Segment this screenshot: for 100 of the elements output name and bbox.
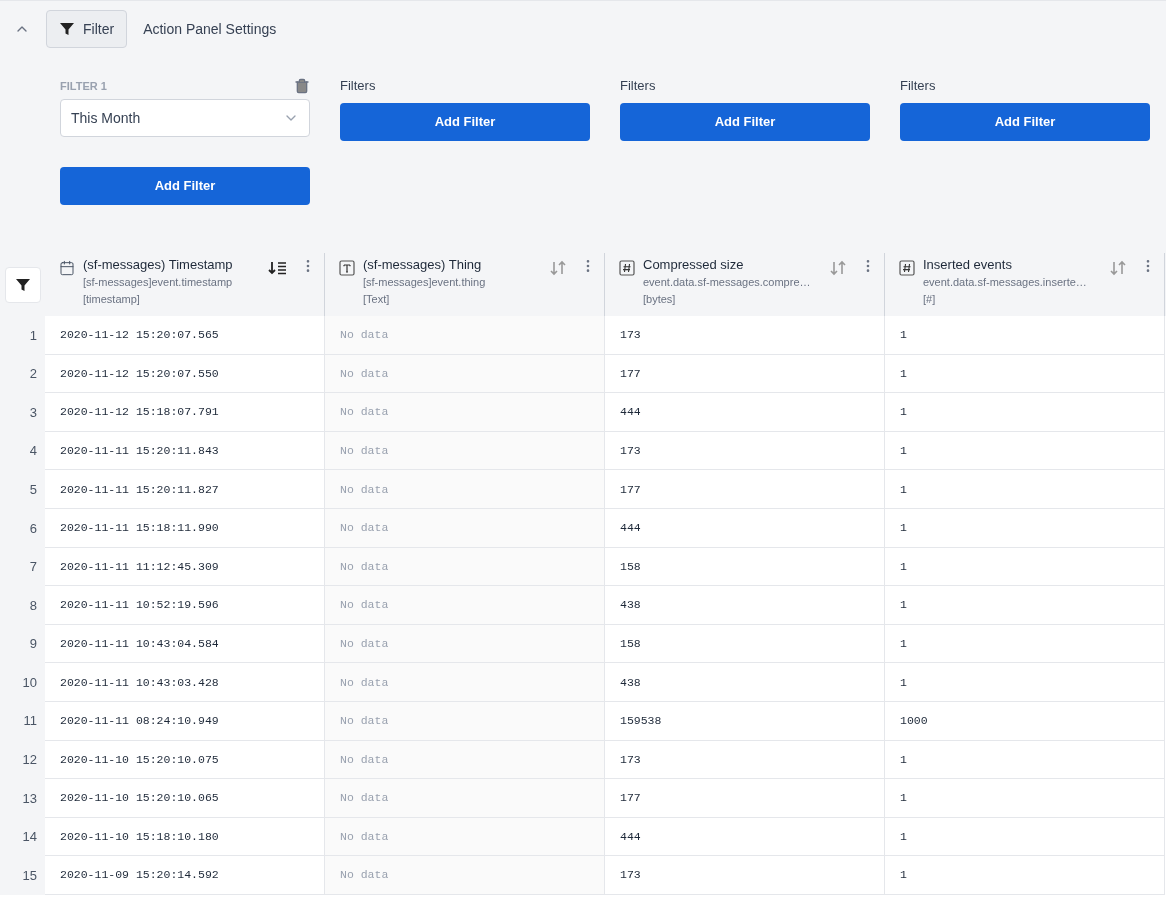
sort-icon[interactable] — [828, 260, 848, 276]
hash-icon — [899, 260, 915, 276]
table-cell-text: 2020-11-11 11:12:45.309 — [60, 558, 219, 575]
table-cell-text: 177 — [620, 481, 641, 498]
table-cell-text: 2020-11-11 10:43:04.584 — [60, 635, 219, 652]
table-cell-text: 173 — [620, 867, 641, 884]
table-cell-text: 1 — [900, 481, 907, 498]
table-cell-text: No data — [340, 520, 389, 537]
table-cell-text: 2020-11-09 15:20:14.592 — [60, 867, 219, 884]
table-cell-text: No data — [340, 327, 389, 344]
filters-label: Filters — [900, 77, 937, 95]
table-cell-text: No data — [340, 790, 389, 807]
row-number: 7 — [0, 547, 45, 587]
sort-descending-icon[interactable] — [268, 260, 288, 276]
table-cell-text: 2020-11-11 15:20:11.843 — [60, 442, 219, 459]
table-cell-text: No data — [340, 365, 389, 382]
funnel-icon — [14, 276, 31, 293]
table-cell-text: No data — [340, 558, 389, 575]
table-cell-text: 177 — [620, 790, 641, 807]
table-cell-text: No data — [340, 674, 389, 691]
table-cell-text: 444 — [620, 404, 641, 421]
column-path: event.data.sf-messages.compre… — [643, 275, 812, 290]
add-filter-button[interactable]: Add Filter — [620, 103, 870, 141]
table-cell-text: No data — [340, 713, 389, 730]
table-cell-text: 1 — [900, 404, 907, 421]
filters-label: Filters — [620, 77, 657, 95]
row-number: 8 — [0, 586, 45, 625]
table-cell-text: 1 — [900, 635, 907, 652]
table-cell-text: 444 — [620, 828, 641, 845]
table-cell-text: 1 — [900, 520, 907, 537]
column-title: Inserted events — [923, 256, 1013, 274]
table-cell-text: 444 — [620, 520, 641, 537]
table-cell-text: No data — [340, 481, 389, 498]
table-cell-text: No data — [340, 597, 389, 614]
table-cell-text: 438 — [620, 597, 641, 614]
hash-icon — [619, 260, 635, 276]
column-title: Compressed size — [643, 256, 745, 274]
column-path: [sf-messages]event.thing — [363, 275, 487, 290]
table-cell-text: No data — [340, 404, 389, 421]
filter-toggle-button[interactable] — [4, 266, 41, 303]
table-cell-text: 2020-11-10 15:20:10.075 — [60, 751, 219, 768]
calendar-icon — [59, 260, 75, 276]
row-number: 2 — [0, 354, 45, 394]
table-cell-text: 1 — [900, 828, 907, 845]
table-cell-text: 173 — [620, 751, 641, 768]
text-type-icon — [339, 260, 355, 276]
sort-icon[interactable] — [548, 260, 568, 276]
settings-link[interactable]: Action Panel Settings — [143, 19, 277, 39]
table-cell-text: 2020-11-12 15:20:07.550 — [60, 365, 219, 382]
delete-icon[interactable] — [294, 78, 310, 94]
column-title: (sf-messages) Thing — [363, 256, 483, 274]
table-cell-text: 2020-11-11 15:18:11.990 — [60, 520, 219, 537]
row-number: 6 — [0, 508, 45, 548]
filters-label: Filters — [340, 77, 377, 95]
funnel-icon — [59, 21, 75, 37]
row-number: 15 — [0, 856, 45, 895]
table-cell-text: No data — [340, 635, 389, 652]
column-title: (sf-messages) Timestamp — [83, 256, 234, 274]
table-cell-text: 438 — [620, 674, 641, 691]
sort-icon[interactable] — [1108, 260, 1128, 276]
table-cell-text: 1 — [900, 867, 907, 884]
table-cell-text: No data — [340, 828, 389, 845]
row-number: 14 — [0, 817, 45, 857]
column-unit: [Text] — [363, 292, 391, 307]
table-cell-text: 1 — [900, 751, 907, 768]
row-number: 1 — [0, 316, 45, 355]
table-cell-text: No data — [340, 867, 389, 884]
row-number: 3 — [0, 393, 45, 432]
column-unit: [#] — [923, 292, 937, 307]
row-number: 9 — [0, 624, 45, 664]
table-cell-text: 1 — [900, 365, 907, 382]
filter-button[interactable]: Filter — [46, 10, 128, 48]
filter-label: FILTER 1 — [60, 78, 107, 94]
row-number: 10 — [0, 663, 45, 702]
table-cell-text: 1 — [900, 558, 907, 575]
period-select[interactable]: This Month — [60, 99, 310, 137]
table-cell-text: 1 — [900, 442, 907, 459]
table-cell-text: 158 — [620, 635, 641, 652]
row-number: 5 — [0, 470, 45, 509]
row-number: 4 — [0, 431, 45, 471]
add-filter-button[interactable]: Add Filter — [900, 103, 1150, 141]
table-cell-text: 2020-11-11 10:43:03.428 — [60, 674, 219, 691]
table-cell-text: 177 — [620, 365, 641, 382]
row-number: 11 — [0, 701, 45, 741]
table-cell-text: 2020-11-12 15:18:07.791 — [60, 404, 219, 421]
table-cell-text: 2020-11-10 15:18:10.180 — [60, 828, 219, 845]
column-unit: [timestamp] — [83, 292, 141, 307]
table-cell-text: 1 — [900, 790, 907, 807]
table-cell-text: 2020-11-10 15:20:10.065 — [60, 790, 219, 807]
table-cell-text: No data — [340, 442, 389, 459]
row-number: 13 — [0, 779, 45, 818]
add-filter-button[interactable]: Add Filter — [60, 167, 310, 205]
table-cell-text: 159538 — [620, 713, 662, 730]
table-cell-text: 2020-11-11 15:20:11.827 — [60, 481, 219, 498]
table-cell-text: 1 — [900, 597, 907, 614]
table-cell-text: 2020-11-11 10:52:19.596 — [60, 597, 219, 614]
column-unit: [bytes] — [643, 292, 677, 307]
table-cell-text: 173 — [620, 327, 641, 344]
add-filter-button[interactable]: Add Filter — [340, 103, 590, 141]
table-cell-text: 2020-11-11 08:24:10.949 — [60, 713, 219, 730]
